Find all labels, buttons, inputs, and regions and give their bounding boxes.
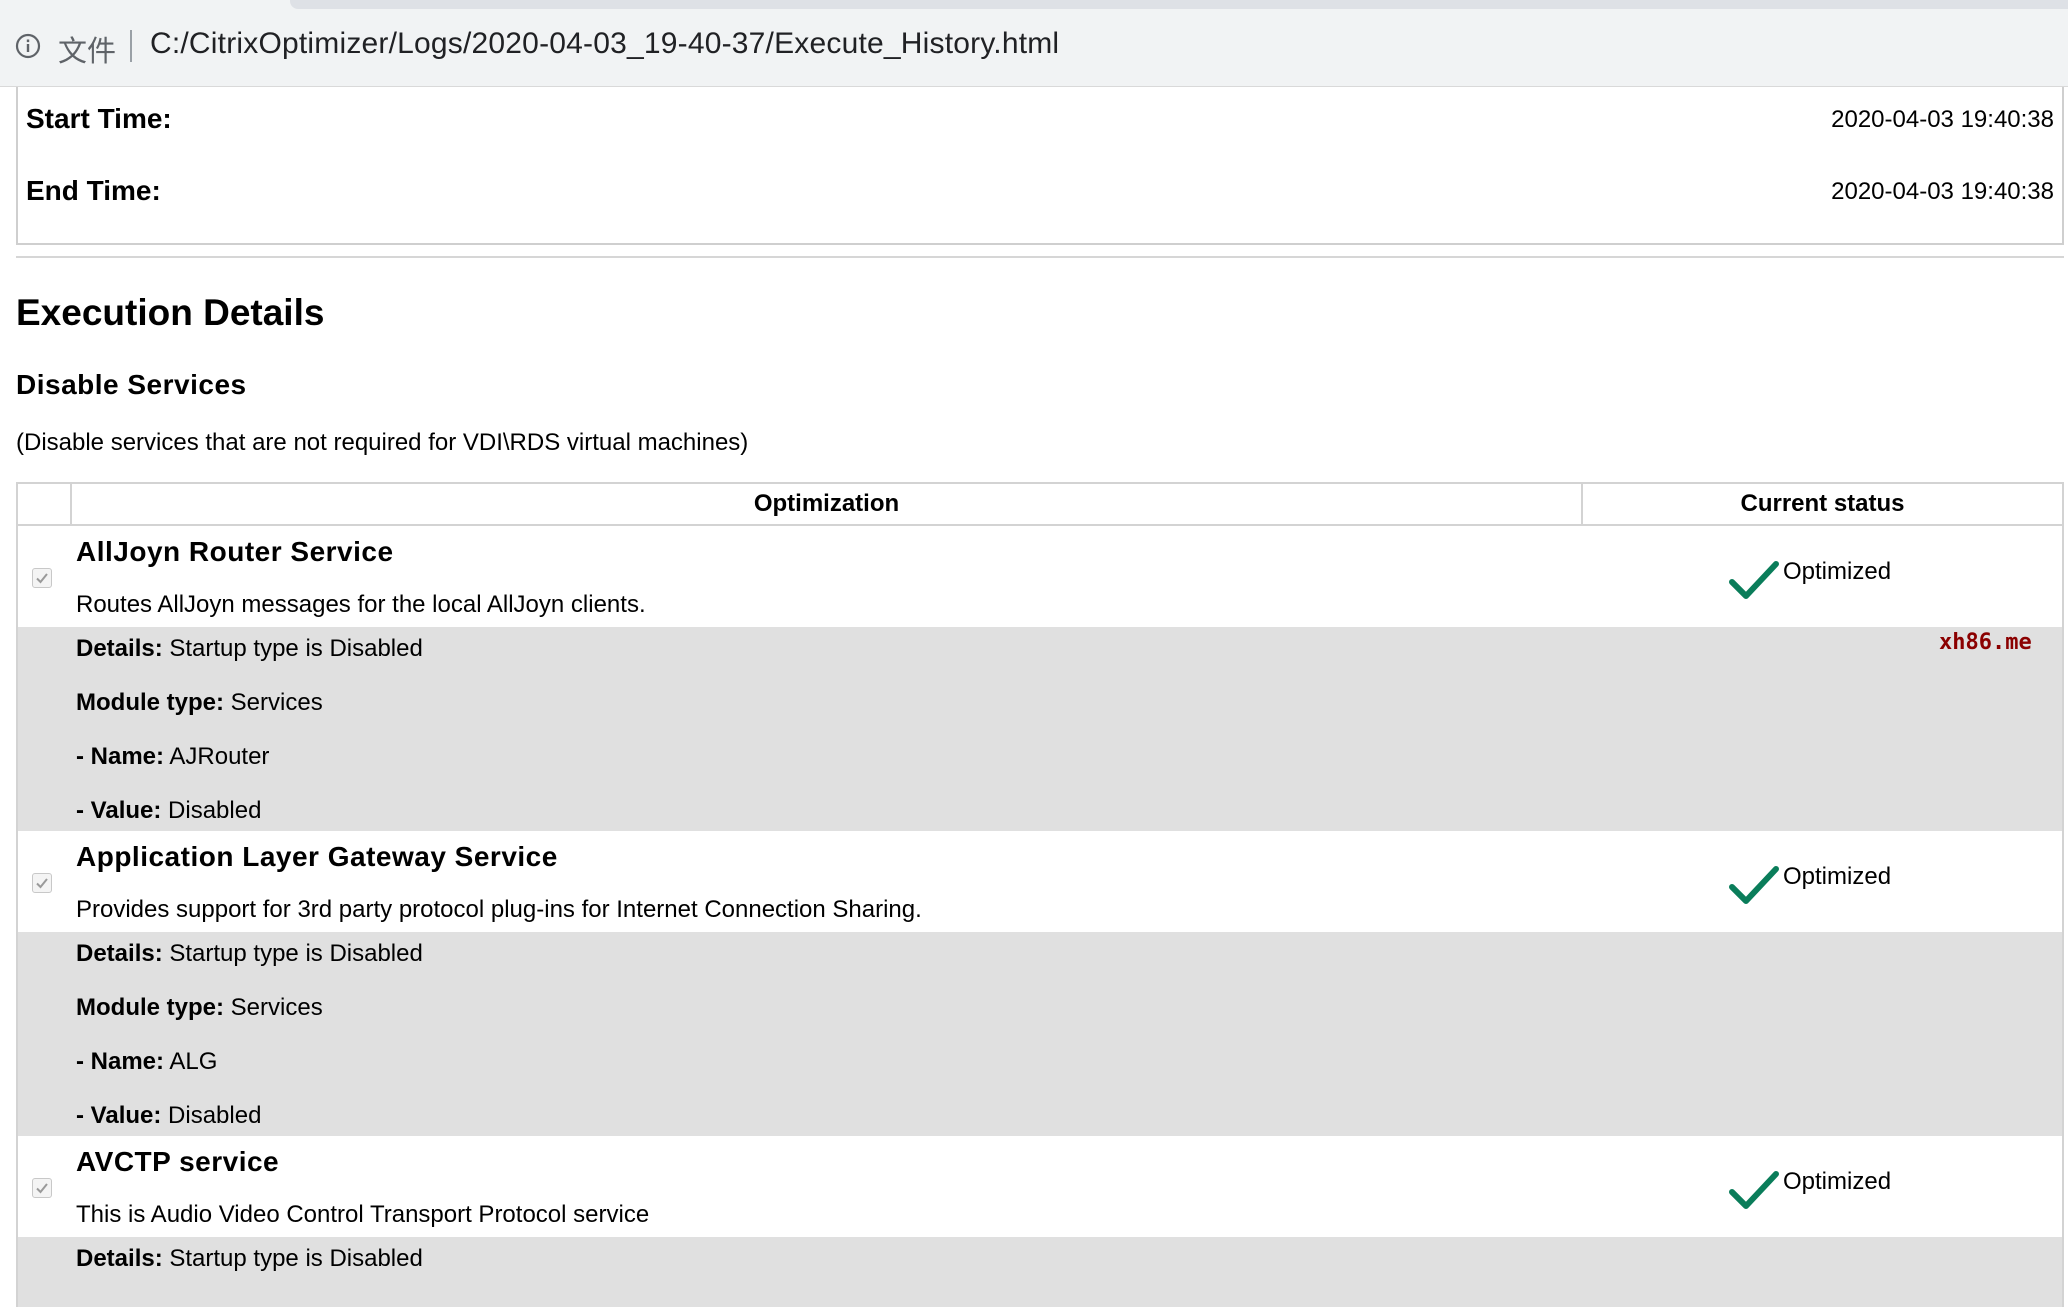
table-row: AVCTP service This is Audio Video Contro… [16, 1136, 2064, 1307]
divider [16, 256, 2064, 258]
address-separator [130, 30, 132, 62]
start-time-value: 2020-04-03 19:40:38 [1831, 106, 2054, 133]
row-checkbox[interactable] [32, 1178, 52, 1198]
start-time-label: Start Time: [26, 103, 172, 134]
execution-times-box: Start Time: 2020-04-03 19:40:38 End Time… [16, 87, 2064, 245]
row-checkbox[interactable] [32, 873, 52, 893]
checkmark-icon [1729, 1170, 1779, 1217]
item-name: AVCTP service [76, 1146, 280, 1177]
module-type-line: Module type: Services [76, 994, 323, 1021]
end-time-value: 2020-04-03 19:40:38 [1831, 178, 2054, 205]
details-line: Details: Startup type is Disabled [76, 635, 423, 662]
row-header[interactable]: Application Layer Gateway Service Provid… [18, 831, 2062, 932]
item-name: Application Layer Gateway Service [76, 841, 558, 872]
value-line: - Value: Disabled [76, 797, 262, 824]
details-line: Details: Startup type is Disabled [76, 1245, 423, 1272]
name-line: - Name: ALG [76, 1048, 218, 1075]
status-text: Optimized [1783, 558, 1892, 585]
row-header[interactable]: AVCTP service This is Audio Video Contro… [18, 1136, 2062, 1237]
value-line: - Value: Disabled [76, 1102, 262, 1129]
checkmark-icon [1729, 865, 1779, 912]
item-description: Routes AllJoyn messages for the local Al… [76, 591, 646, 618]
item-description: This is Audio Video Control Transport Pr… [76, 1201, 650, 1228]
name-line: - Name: AJRouter [76, 743, 270, 770]
tab-strip-edge [290, 0, 2068, 9]
select-column-header [18, 484, 72, 524]
section-title: Execution Details [16, 292, 325, 333]
watermark: xh86.me [1939, 630, 2032, 655]
table-header: Optimization Current status [16, 482, 2064, 526]
row-checkbox[interactable] [32, 568, 52, 588]
row-details: Details: Startup type is Disabled Module… [18, 932, 2062, 1136]
details-line: Details: Startup type is Disabled [76, 940, 423, 967]
info-icon[interactable] [15, 33, 41, 59]
row-details: Details: Startup type is Disabled [18, 1237, 2062, 1307]
status-text: Optimized [1783, 1168, 1892, 1195]
browser-address-bar: 文件 C:/CitrixOptimizer/Logs/2020-04-03_19… [0, 0, 2068, 87]
group-description: (Disable services that are not required … [16, 429, 749, 456]
start-time-row: Start Time: 2020-04-03 19:40:38 [26, 103, 2054, 143]
optimization-table: Optimization Current status AllJoyn Rout… [16, 482, 2064, 1307]
table-row: Application Layer Gateway Service Provid… [16, 831, 2064, 1136]
end-time-row: End Time: 2020-04-03 19:40:38 [26, 175, 2054, 215]
group-title: Disable Services [16, 369, 247, 400]
module-type-line: Module type: Services [76, 689, 323, 716]
status-column-header: Current status [1740, 490, 1905, 517]
row-header[interactable]: AllJoyn Router Service Routes AllJoyn me… [18, 526, 2062, 627]
item-description: Provides support for 3rd party protocol … [76, 896, 922, 923]
file-scheme-label[interactable]: 文件 [58, 28, 116, 70]
row-details: Details: Startup type is Disabled Module… [18, 627, 2062, 831]
table-row: AllJoyn Router Service Routes AllJoyn me… [16, 526, 2064, 831]
checkmark-icon [1729, 560, 1779, 607]
url-text[interactable]: C:/CitrixOptimizer/Logs/2020-04-03_19-40… [150, 27, 1059, 61]
status-text: Optimized [1783, 863, 1892, 890]
end-time-label: End Time: [26, 175, 161, 206]
item-name: AllJoyn Router Service [76, 536, 394, 567]
optimization-column-header: Optimization [72, 484, 1583, 524]
report-page: Start Time: 2020-04-03 19:40:38 End Time… [0, 87, 2068, 1307]
